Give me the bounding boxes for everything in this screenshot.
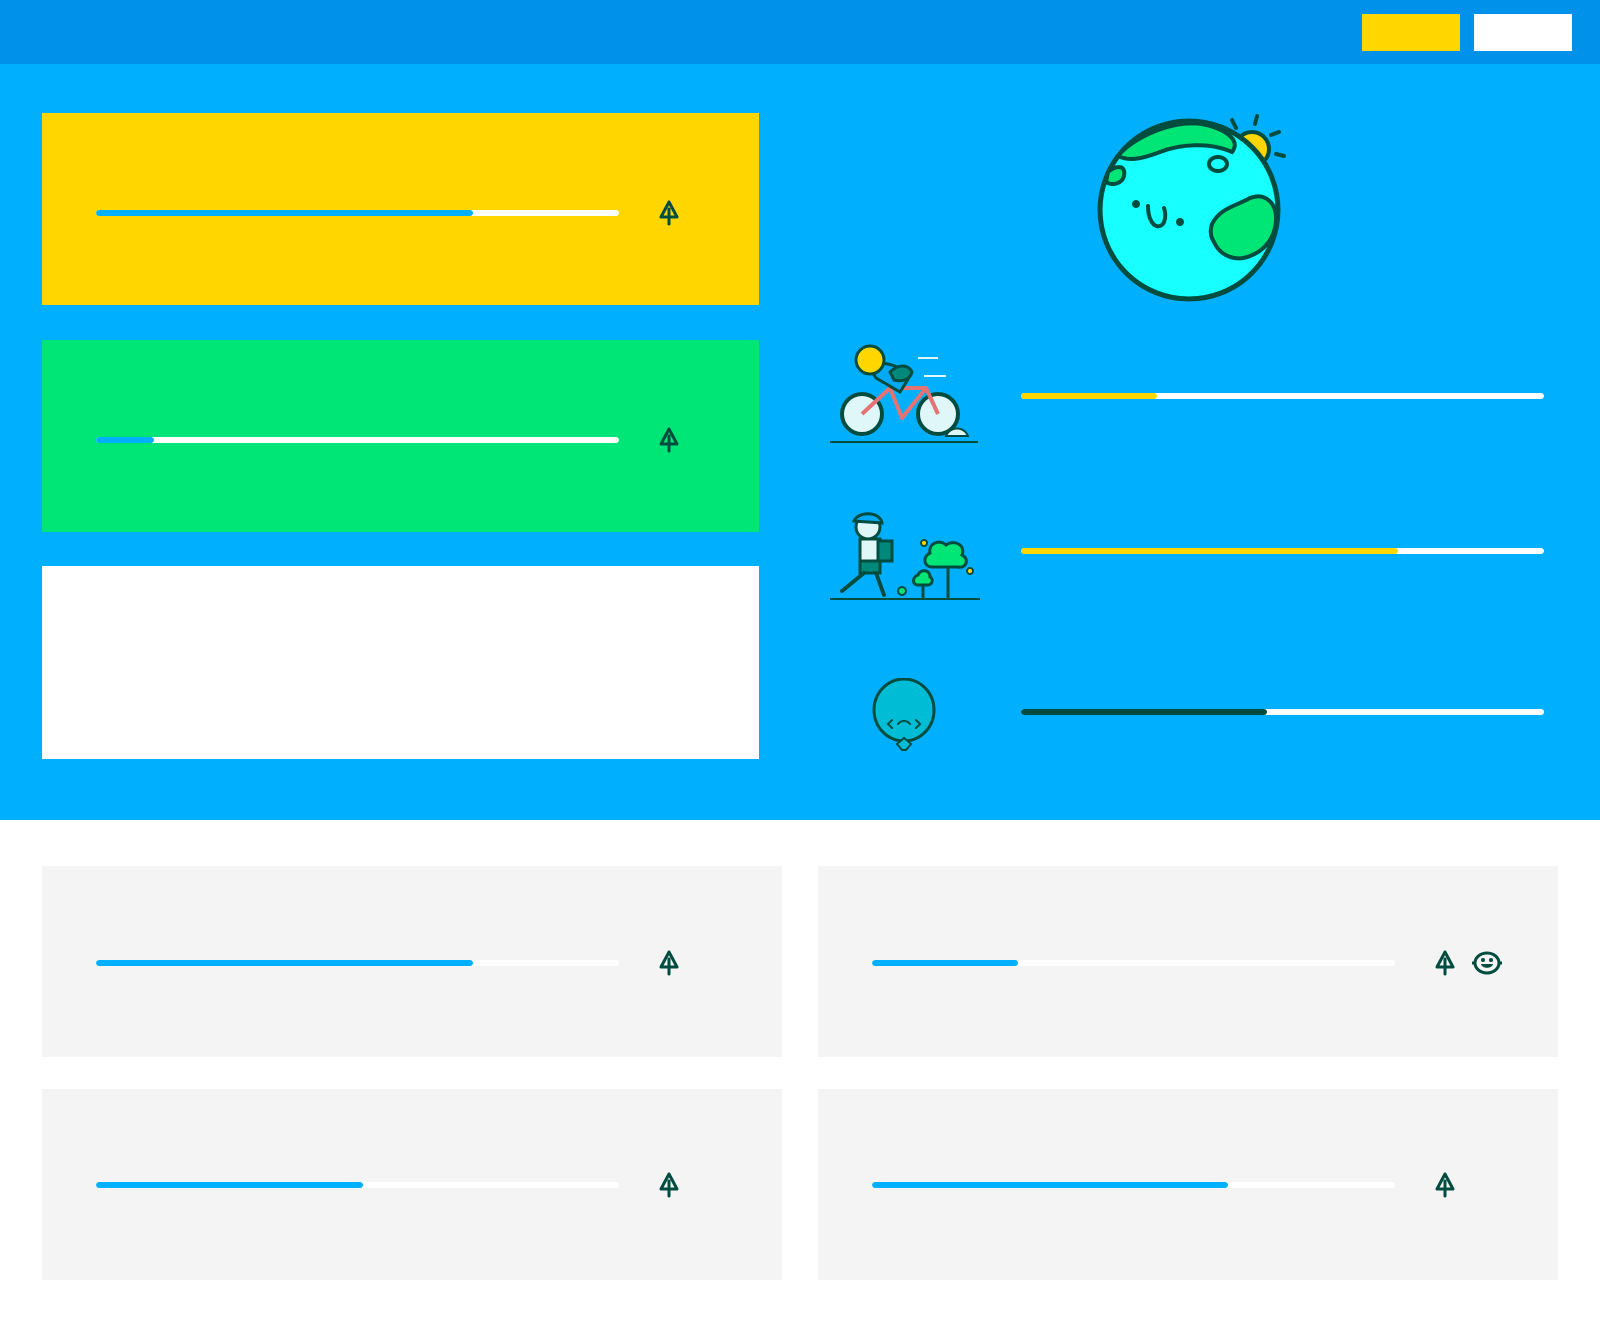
secondary-button[interactable] xyxy=(1474,14,1572,51)
progress-fill xyxy=(96,437,154,443)
smiley-icon xyxy=(1472,950,1502,976)
progress-fill xyxy=(96,960,473,966)
card[interactable] xyxy=(42,1089,782,1280)
card[interactable] xyxy=(42,866,782,1057)
hero-card[interactable] xyxy=(42,113,759,305)
tree-icon xyxy=(658,200,680,226)
progress-fill xyxy=(1021,393,1157,399)
progress-track xyxy=(1021,709,1544,715)
cyclist-illustration xyxy=(830,344,978,443)
tree-icon xyxy=(1434,950,1456,976)
progress-track xyxy=(1021,393,1544,399)
card[interactable] xyxy=(818,1089,1558,1280)
balloon-illustration xyxy=(872,678,936,751)
progress-fill xyxy=(872,1182,1228,1188)
top-bar xyxy=(0,0,1600,64)
progress-fill xyxy=(96,1182,363,1188)
hero-section xyxy=(0,64,1600,820)
earth-illustration xyxy=(1097,114,1286,302)
progress-track xyxy=(872,960,1395,966)
primary-button[interactable] xyxy=(1362,14,1460,51)
progress-fill xyxy=(1021,709,1267,715)
hero-card[interactable] xyxy=(42,340,759,532)
progress-fill xyxy=(96,210,473,216)
progress-fill xyxy=(872,960,1019,966)
tree-icon xyxy=(658,1172,680,1198)
progress-track xyxy=(872,1182,1395,1188)
progress-track xyxy=(96,1182,619,1188)
progress-track xyxy=(96,210,619,216)
progress-track xyxy=(96,437,619,443)
tree-icon xyxy=(658,427,680,453)
tree-icon xyxy=(1434,1172,1456,1198)
progress-track xyxy=(96,960,619,966)
progress-track xyxy=(1021,548,1544,554)
tree-icon xyxy=(658,950,680,976)
progress-fill xyxy=(1021,548,1398,554)
hero-card[interactable] xyxy=(42,566,759,759)
card[interactable] xyxy=(818,866,1558,1057)
walker-illustration xyxy=(830,512,980,600)
